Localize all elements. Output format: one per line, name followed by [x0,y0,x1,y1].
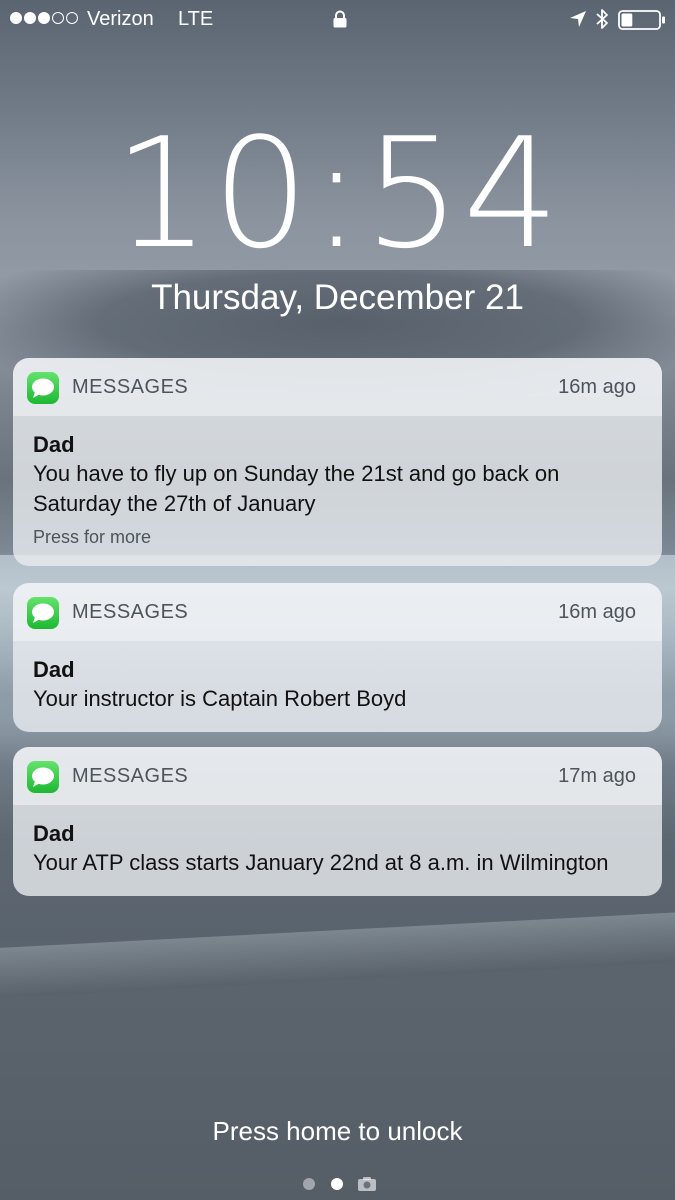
messages-icon [27,597,59,629]
page-dot [303,1178,315,1190]
carrier-name: Verizon [87,8,154,30]
bluetooth-icon [596,9,608,29]
lock-screen: Verizon LTE 10:54 Thursday, December 21 [0,0,675,1200]
notification-sender: Dad [33,821,75,846]
messages-icon [27,761,59,793]
notification-header: MESSAGES 16m ago [13,358,662,416]
app-name: MESSAGES [72,601,189,623]
notification-time: 17m ago [558,765,636,787]
unlock-hint: Press home to unlock [212,1116,463,1146]
notification-body: Dad You have to fly up on Sunday the 21s… [13,416,662,566]
notification-time: 16m ago [558,376,636,398]
messages-icon [27,372,59,404]
notification-card[interactable]: MESSAGES 16m ago Dad Your instructor is … [13,583,662,732]
location-arrow-icon [570,11,586,27]
lock-screen-time: 10:54 [113,105,562,282]
signal-strength-icon [10,12,78,24]
notification-sender: Dad [33,432,75,457]
notification-header: MESSAGES 17m ago [13,747,662,805]
notification-body: Dad Your ATP class starts January 22nd a… [13,805,662,896]
notification-message: Your ATP class starts January 22nd at 8 … [33,850,609,875]
app-name: MESSAGES [72,376,189,398]
battery-icon [618,10,665,30]
camera-icon [358,1177,376,1191]
lock-screen-date: Thursday, December 21 [151,278,524,317]
notification-card[interactable]: MESSAGES 16m ago Dad You have to fly up … [13,358,662,566]
notification-sender: Dad [33,657,75,682]
notification-card[interactable]: MESSAGES 17m ago Dad Your ATP class star… [13,747,662,896]
network-type: LTE [178,8,214,30]
notification-message: Your instructor is Captain Robert Boyd [33,686,407,711]
notification-body: Dad Your instructor is Captain Robert Bo… [13,641,662,732]
lock-icon [333,10,347,28]
notification-message: You have to fly up on Sunday the 21st an… [33,461,560,516]
page-dot-current [331,1178,343,1190]
page-indicator [303,1177,376,1191]
notification-header: MESSAGES 16m ago [13,583,662,641]
status-bar: Verizon LTE [0,0,675,40]
notification-time: 16m ago [558,601,636,623]
app-name: MESSAGES [72,765,189,787]
press-for-more-hint: Press for more [33,527,152,547]
